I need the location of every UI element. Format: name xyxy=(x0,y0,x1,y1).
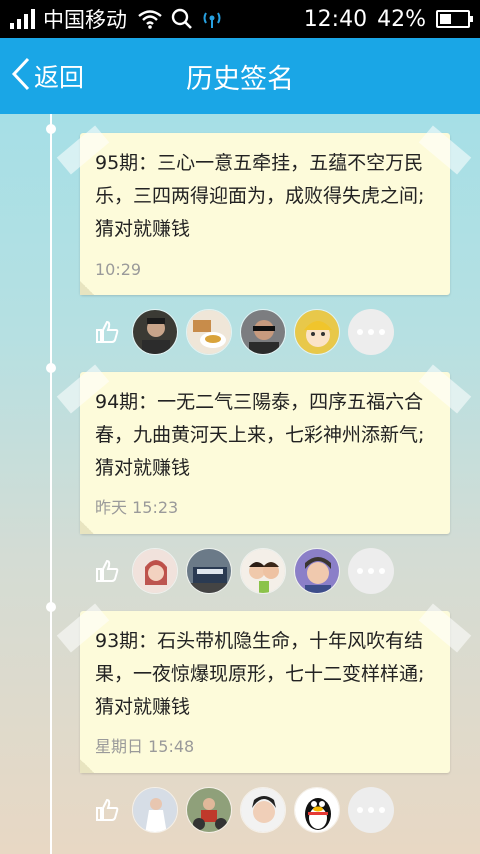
avatar[interactable] xyxy=(186,309,232,355)
thumbs-up-icon[interactable] xyxy=(92,795,122,825)
signature-time: 星期日 15:48 xyxy=(95,737,195,756)
back-button[interactable]: 返回 xyxy=(0,38,84,114)
timeline-dot xyxy=(46,602,56,612)
folded-corner xyxy=(80,759,94,773)
thumbs-up-icon[interactable] xyxy=(92,556,122,586)
wifi-icon xyxy=(137,9,163,29)
signature-text: 93期：石头带机隐生命，十年风吹有结果，一夜惊爆现原形，七十二变样样通;猜对就赚… xyxy=(95,630,425,718)
timeline-dot xyxy=(46,363,56,373)
battery-percent: 42% xyxy=(377,6,426,32)
likes-row xyxy=(92,547,394,595)
signature-time: 昨天 15:23 xyxy=(95,498,179,517)
more-likes-button[interactable] xyxy=(348,548,394,594)
signature-card[interactable]: 93期：石头带机隐生命，十年风吹有结果，一夜惊爆现原形，七十二变样样通;猜对就赚… xyxy=(56,603,472,773)
signature-card[interactable]: 94期：一无二气三陽泰，四序五福六合春，九曲黄河天上来，七彩神州添新气; 猜对就… xyxy=(56,364,472,534)
carrier-name: 中国移动 xyxy=(43,8,127,32)
hotspot-icon xyxy=(201,9,223,29)
signal-strength-icon xyxy=(10,9,35,29)
signature-card[interactable]: 95期：三心一意五牵挂，五蕴不空万民乐，三四两得迎面为，成败得失虎之间; 猜对就… xyxy=(56,125,472,295)
folded-corner xyxy=(80,281,94,295)
timeline-line xyxy=(50,114,52,854)
avatar[interactable] xyxy=(294,787,340,833)
avatar[interactable] xyxy=(294,309,340,355)
signature-text: 94期：一无二气三陽泰，四序五福六合春，九曲黄河天上来，七彩神州添新气; 猜对就… xyxy=(95,391,425,479)
more-likes-button[interactable] xyxy=(348,787,394,833)
status-bar: 中国移动 12:40 42% xyxy=(0,0,480,38)
avatar[interactable] xyxy=(186,548,232,594)
avatar[interactable] xyxy=(132,548,178,594)
avatar[interactable] xyxy=(240,787,286,833)
avatar[interactable] xyxy=(294,548,340,594)
avatar[interactable] xyxy=(240,548,286,594)
avatar[interactable] xyxy=(132,309,178,355)
avatar[interactable] xyxy=(240,309,286,355)
more-likes-button[interactable] xyxy=(348,309,394,355)
likes-row xyxy=(92,308,394,356)
signature-text: 95期：三心一意五牵挂，五蕴不空万民乐，三四两得迎面为，成败得失虎之间; 猜对就… xyxy=(95,152,425,240)
signature-timeline[interactable]: 95期：三心一意五牵挂，五蕴不空万民乐，三四两得迎面为，成败得失虎之间; 猜对就… xyxy=(0,114,480,854)
likes-row xyxy=(92,786,394,834)
clock: 12:40 xyxy=(303,6,368,32)
thumbs-up-icon[interactable] xyxy=(92,317,122,347)
title-bar: 返回 历史签名 xyxy=(0,38,480,114)
battery-icon xyxy=(436,10,473,28)
timeline-dot xyxy=(46,124,56,134)
back-label: 返回 xyxy=(34,63,85,92)
search-icon xyxy=(171,8,193,30)
avatar[interactable] xyxy=(132,787,178,833)
signature-time: 10:29 xyxy=(95,260,142,279)
avatar[interactable] xyxy=(186,787,232,833)
folded-corner xyxy=(80,520,94,534)
chevron-left-icon xyxy=(10,56,32,96)
